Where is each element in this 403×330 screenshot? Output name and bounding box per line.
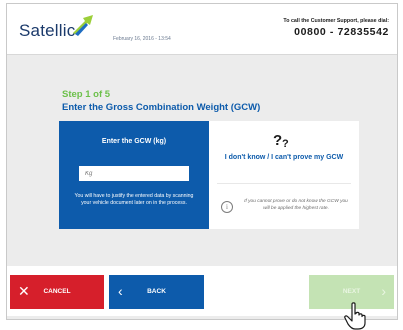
bottom-bar: ✕ CANCEL ‹ BACK NEXT › xyxy=(7,266,397,316)
gcw-input[interactable] xyxy=(79,166,189,181)
support-label: To call the Customer Support, please dia… xyxy=(283,18,389,24)
gcw-entry-card: Enter the GCW (kg) You will have to just… xyxy=(59,121,209,229)
kiosk-screen: Satellic February 16, 2016 - 13:54 To ca… xyxy=(6,3,398,320)
gcw-entry-heading: Enter the GCW (kg) xyxy=(101,138,167,145)
question-mark-icon: ? ? xyxy=(273,132,289,149)
chevron-right-icon: › xyxy=(381,283,386,299)
date-time: February 16, 2016 - 13:54 xyxy=(113,36,171,42)
info-icon: i xyxy=(221,201,233,213)
back-button[interactable]: ‹ BACK xyxy=(109,275,204,309)
hand-pointer-icon xyxy=(344,302,366,330)
unknown-gcw-label: I don't know / I can't prove my GCW xyxy=(224,154,344,161)
unknown-gcw-option[interactable]: ? ? I don't know / I can't prove my GCW … xyxy=(209,121,359,229)
unknown-gcw-info: If you cannot prove or do not know the G… xyxy=(244,199,348,211)
divider xyxy=(217,183,351,184)
header: Satellic February 16, 2016 - 13:54 To ca… xyxy=(7,4,397,55)
satellite-arrow-icon xyxy=(73,15,93,36)
svg-text:?: ? xyxy=(273,132,282,149)
svg-text:?: ? xyxy=(282,138,289,149)
support-phone: 00800 - 72835542 xyxy=(294,26,389,38)
back-label: BACK xyxy=(147,288,166,295)
page-title: Enter the Gross Combination Weight (GCW) xyxy=(62,102,261,113)
cancel-label: CANCEL xyxy=(43,288,71,295)
step-indicator: Step 1 of 5 xyxy=(62,89,111,100)
cancel-button[interactable]: ✕ CANCEL xyxy=(10,275,104,309)
gcw-entry-note: You will have to justify the entered dat… xyxy=(74,193,194,207)
logo: Satellic xyxy=(19,21,76,40)
